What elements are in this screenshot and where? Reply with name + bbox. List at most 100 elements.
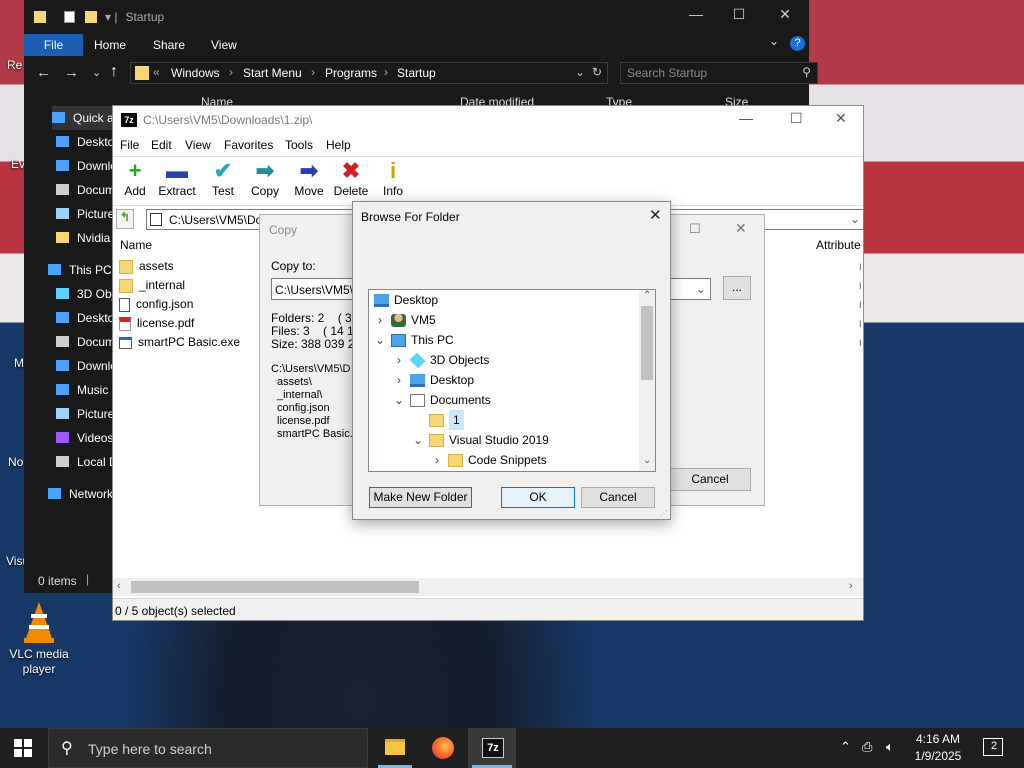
qat-dropdown-icon[interactable]: ▾ | <box>105 10 117 24</box>
menu-favorites[interactable]: Favorites <box>224 138 273 152</box>
tab-share[interactable]: Share <box>153 34 185 56</box>
breadcrumb-windows[interactable]: Windows <box>171 66 220 80</box>
horizontal-scrollbar[interactable]: ‹ › <box>113 578 863 596</box>
maximize-button[interactable]: ☐ <box>689 221 701 237</box>
help-icon[interactable]: ? <box>790 36 805 51</box>
toolbar-move-button[interactable]: ➡ Move <box>287 158 331 198</box>
breadcrumb-programs[interactable]: Programs <box>325 66 377 80</box>
expand-icon[interactable]: › <box>374 310 386 330</box>
explorer-search-box[interactable]: Search Startup ⚲ <box>620 62 818 84</box>
desktop-icon-label-m[interactable]: M <box>14 356 24 370</box>
col-attribute-header[interactable]: Attribute <box>816 238 861 252</box>
maximize-button[interactable]: ☐ <box>790 110 803 127</box>
toolbar-info-button[interactable]: i Info <box>371 158 415 198</box>
tab-view[interactable]: View <box>211 34 237 56</box>
desktop-icon-label-recycle[interactable]: Re <box>7 58 22 72</box>
volume-muted-icon[interactable]: 🔈︎ <box>886 739 894 755</box>
toolbar-test-button[interactable]: ✔ Test <box>201 158 245 198</box>
desktop-icon-label-ev[interactable]: Ev <box>11 157 25 171</box>
scroll-up-icon[interactable]: ⌃ <box>643 290 651 301</box>
up-icon[interactable]: ↑ <box>110 63 118 81</box>
tree-node-desktop[interactable]: › Desktop <box>393 370 474 390</box>
breadcrumb-start-menu[interactable]: Start Menu <box>243 66 302 80</box>
breadcrumb-startup[interactable]: Startup <box>397 66 436 80</box>
address-overflow-chevron[interactable]: « <box>153 65 160 79</box>
collapse-icon[interactable]: ⌄ <box>412 430 424 450</box>
tree-node-1[interactable]: 1 <box>412 410 464 430</box>
new-folder-icon[interactable] <box>85 11 97 23</box>
toolbar-add-button[interactable]: + Add <box>113 158 157 198</box>
file-row[interactable]: license.pdf <box>119 314 194 333</box>
minimize-button[interactable]: — <box>739 110 753 126</box>
folder-tree[interactable]: Desktop › VM5 ⌄ This PC › 3D Objects › Desktop ⌄ D… <box>368 289 656 472</box>
address-bar[interactable]: « Windows › Start Menu › Programs › Star… <box>130 62 608 84</box>
scroll-thumb[interactable] <box>131 581 419 593</box>
refresh-icon[interactable]: ↻ <box>592 65 602 79</box>
file-row[interactable]: config.json <box>119 295 193 314</box>
minimize-button[interactable]: — <box>684 6 708 26</box>
file-row[interactable]: _internal <box>119 276 185 295</box>
scroll-down-icon[interactable]: ⌄ <box>643 455 651 466</box>
close-button[interactable]: ✕ <box>735 220 747 237</box>
expand-ribbon-icon[interactable]: ⌄ <box>769 34 779 48</box>
clock-date[interactable]: 1/9/2025 <box>910 749 966 763</box>
breadcrumb-sep-icon[interactable]: › <box>384 65 388 79</box>
menu-help[interactable]: Help <box>326 138 351 152</box>
close-button[interactable]: ✕ <box>649 206 662 224</box>
notification-center-icon[interactable]: 2 <box>983 738 1003 756</box>
browse-button[interactable]: ... <box>723 276 751 300</box>
collapse-icon[interactable]: ⌄ <box>393 390 405 410</box>
close-button[interactable]: ✕ <box>773 6 797 26</box>
tree-node-3d-objects[interactable]: › 3D Objects <box>393 350 489 370</box>
copy-to-dropdown-icon[interactable]: ⌄ <box>696 282 706 296</box>
tree-node-documents[interactable]: ⌄ Documents <box>393 390 491 410</box>
copy-cancel-button[interactable]: Cancel <box>669 468 751 491</box>
collapse-icon[interactable]: ⌄ <box>374 330 386 350</box>
col-name-header[interactable]: Name <box>120 238 152 252</box>
breadcrumb-sep-icon[interactable]: › <box>311 65 315 79</box>
taskbar-search-box[interactable]: ⚲ Type here to search <box>48 728 368 768</box>
menu-edit[interactable]: Edit <box>151 138 172 152</box>
desktop-icon-label-no[interactable]: No <box>8 455 23 469</box>
toolbar-extract-button[interactable]: ▬ Extract <box>155 158 199 198</box>
close-button[interactable]: ✕ <box>835 110 847 127</box>
scroll-right-icon[interactable]: › <box>849 580 853 592</box>
network-icon[interactable]: ⎙ <box>862 739 872 755</box>
breadcrumb-sep-icon[interactable]: › <box>229 65 233 79</box>
tree-scroll-thumb[interactable] <box>641 306 653 380</box>
tree-scrollbar[interactable]: ⌃ ⌄ <box>639 290 655 471</box>
forward-icon[interactable]: → <box>64 64 79 81</box>
menu-tools[interactable]: Tools <box>285 138 313 152</box>
properties-icon[interactable] <box>64 11 75 23</box>
resize-grip-icon[interactable]: ⋰ <box>660 509 668 518</box>
tree-node-visual-studio-2019[interactable]: ⌄ Visual Studio 2019 <box>412 430 549 450</box>
taskbar-7zip[interactable]: 7z <box>468 728 516 768</box>
file-row[interactable]: smartPC Basic.exe <box>119 333 240 352</box>
taskbar-firefox[interactable] <box>421 728 463 768</box>
back-icon[interactable]: ← <box>36 64 51 81</box>
tree-node-desktop[interactable]: Desktop <box>369 290 438 310</box>
expand-icon[interactable]: › <box>393 370 405 390</box>
ok-button[interactable]: OK <box>501 487 575 508</box>
path-dropdown-icon[interactable]: ⌄ <box>850 212 860 226</box>
toolbar-delete-button[interactable]: ✖ Delete <box>329 158 373 198</box>
expand-icon[interactable]: › <box>393 350 405 370</box>
clock-time[interactable]: 4:16 AM <box>910 732 966 746</box>
maximize-button[interactable]: ☐ <box>727 6 751 26</box>
taskbar-file-explorer[interactable] <box>374 728 416 768</box>
show-hidden-icons-icon[interactable]: ⌃ <box>840 739 851 755</box>
start-windows-icon[interactable] <box>14 739 32 757</box>
tab-file[interactable]: File <box>24 34 83 56</box>
address-dropdown-icon[interactable]: ⌄ <box>575 65 585 79</box>
up-folder-icon[interactable]: ↰ <box>116 209 134 229</box>
file-row[interactable]: assets <box>119 257 174 276</box>
menu-view[interactable]: View <box>185 138 211 152</box>
tree-node-vm5[interactable]: › VM5 <box>374 310 436 330</box>
tree-node-code-snippets[interactable]: › Code Snippets <box>431 450 547 470</box>
recent-locations-icon[interactable]: ⌄ <box>92 66 101 79</box>
tree-node-this-pc[interactable]: ⌄ This PC <box>374 330 454 350</box>
expand-icon[interactable]: › <box>431 450 443 470</box>
desktop-icon-vlc[interactable]: VLC media player <box>3 600 75 677</box>
scroll-left-icon[interactable]: ‹ <box>117 580 121 592</box>
tab-home[interactable]: Home <box>94 34 126 56</box>
